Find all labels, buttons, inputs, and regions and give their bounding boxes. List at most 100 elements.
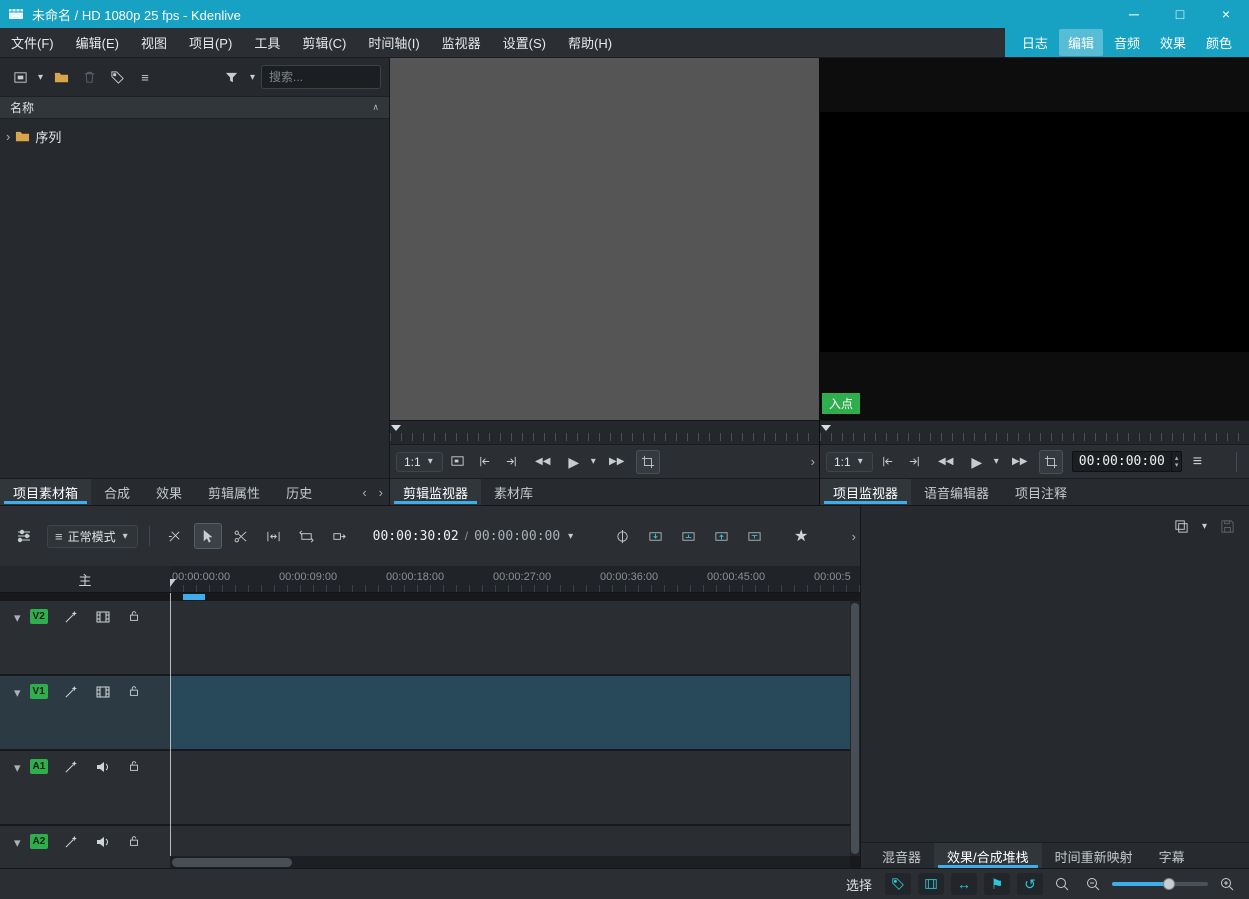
zone-mode-button[interactable] — [636, 450, 660, 474]
play-menu-icon[interactable]: ▾ — [589, 456, 598, 467]
effect-stack-options-button[interactable] — [1170, 514, 1194, 538]
zone-out-button[interactable] — [903, 450, 927, 474]
zoom-slider[interactable] — [1112, 875, 1208, 893]
timecode-spinner[interactable]: ▴ ▾ — [1171, 452, 1182, 471]
select-tool-button[interactable] — [194, 523, 222, 549]
insert-zone-button[interactable] — [641, 523, 669, 549]
menu-tools[interactable]: 工具 — [243, 28, 291, 57]
minimize-button[interactable]: ─ — [1111, 0, 1157, 28]
tab-time-remap[interactable]: 时间重新映射 — [1042, 843, 1146, 869]
workspace-audio[interactable]: 音频 — [1105, 29, 1149, 56]
tab-project-bin[interactable]: 项目素材箱 — [0, 479, 91, 505]
zone-in-button[interactable] — [876, 450, 900, 474]
workspace-color[interactable]: 颜色 — [1197, 29, 1241, 56]
chevron-down-icon[interactable]: ▾ — [1200, 521, 1209, 532]
zoom-in-button[interactable] — [1215, 873, 1239, 895]
slip-tool-button[interactable] — [293, 523, 321, 549]
thumbnails-toggle-button[interactable] — [918, 873, 944, 895]
track-lane-a1[interactable] — [170, 751, 850, 824]
search-input[interactable] — [261, 65, 381, 89]
zoom-fit-button[interactable] — [1050, 873, 1074, 895]
mix-clips-button[interactable] — [608, 523, 636, 549]
razor-all-button[interactable] — [161, 523, 189, 549]
video-track-icon[interactable] — [95, 609, 111, 625]
tab-subtitles[interactable]: 字幕 — [1146, 843, 1198, 869]
track-header-v2[interactable]: ▾ V2 — [0, 601, 170, 676]
tab-library[interactable]: 素材库 — [481, 479, 546, 505]
create-folder-button[interactable] — [49, 65, 73, 89]
tab-clip-monitor[interactable]: 剪辑监视器 — [390, 479, 481, 505]
menu-clip[interactable]: 剪辑(C) — [291, 28, 357, 57]
track-options-button[interactable] — [10, 523, 38, 549]
project-monitor-playhead-icon[interactable] — [821, 425, 831, 436]
markers-toggle-button[interactable]: ⚑ — [984, 873, 1010, 895]
timeline-timecode[interactable]: 00:00:30:02 / 00:00:00:00 ▾ — [373, 529, 576, 544]
rewind-button[interactable]: ◀◀ — [930, 450, 962, 474]
lock-track-icon[interactable] — [127, 684, 141, 698]
toolbar-overflow-icon[interactable]: › — [811, 454, 815, 469]
tab-scroll-right-icon[interactable]: › — [373, 479, 389, 505]
delete-button[interactable] — [77, 65, 101, 89]
zoom-slider-handle[interactable] — [1163, 878, 1175, 890]
add-clip-button[interactable] — [8, 65, 32, 89]
tab-effects[interactable]: 效果 — [143, 479, 195, 505]
tab-compositions[interactable]: 合成 — [91, 479, 143, 505]
project-monitor-view[interactable]: 入点 — [820, 58, 1249, 420]
timeline-vertical-scrollbar[interactable] — [850, 601, 860, 856]
project-monitor-zoom-combo[interactable]: 1:1 ▾ — [826, 452, 873, 472]
video-track-icon[interactable] — [95, 684, 111, 700]
tab-mixer[interactable]: 混音器 — [869, 843, 934, 869]
extract-zone-button[interactable] — [707, 523, 735, 549]
tab-project-notes[interactable]: 项目注释 — [1002, 479, 1080, 505]
forward-button[interactable]: ▶▶ — [1004, 450, 1036, 474]
track-target-v1[interactable]: V1 — [30, 684, 48, 699]
close-button[interactable]: × — [1203, 0, 1249, 28]
workspace-effects[interactable]: 效果 — [1151, 29, 1195, 56]
tab-clip-properties[interactable]: 剪辑属性 — [195, 479, 273, 505]
filter-dropdown-icon[interactable]: ▾ — [248, 72, 257, 83]
audio-track-icon[interactable] — [95, 834, 111, 850]
track-effects-icon[interactable] — [64, 684, 79, 699]
track-effects-icon[interactable] — [64, 834, 79, 849]
bin-item-sequence[interactable]: › 序列 — [0, 125, 389, 148]
spin-down-icon[interactable]: ▾ — [1175, 462, 1179, 469]
track-header-v1[interactable]: ▾ V1 — [0, 676, 170, 751]
overwrite-zone-button[interactable] — [674, 523, 702, 549]
filter-button[interactable] — [220, 65, 244, 89]
workspace-logging[interactable]: 日志 — [1013, 29, 1057, 56]
name-column-header[interactable]: 名称 ∧ — [0, 96, 389, 119]
bin-menu-button[interactable]: ≡ — [133, 65, 157, 89]
track-effects-icon[interactable] — [64, 759, 79, 774]
track-target-a2[interactable]: A2 — [30, 834, 49, 849]
rewind-button[interactable]: ◀◀ — [527, 450, 559, 474]
audio-track-icon[interactable] — [95, 759, 111, 775]
toolbar-overflow-icon[interactable]: › — [852, 529, 856, 544]
collapse-track-icon[interactable]: ▾ — [14, 760, 21, 776]
maximize-button[interactable]: □ — [1157, 0, 1203, 28]
master-track-button[interactable]: 主 — [0, 566, 170, 593]
lock-track-icon[interactable] — [127, 609, 141, 623]
menu-project[interactable]: 项目(P) — [178, 28, 243, 57]
lock-track-icon[interactable] — [127, 834, 141, 848]
spin-up-icon[interactable]: ▴ — [1175, 455, 1179, 462]
clip-monitor-zoom-combo[interactable]: 1:1 ▾ — [396, 452, 443, 472]
tag-button[interactable] — [105, 65, 129, 89]
zoom-out-button[interactable] — [1081, 873, 1105, 895]
menu-timeline[interactable]: 时间轴(I) — [357, 28, 430, 57]
track-header-a1[interactable]: ▾ A1 — [0, 751, 170, 826]
track-lane-v1[interactable] — [170, 676, 850, 749]
snap-toggle-button[interactable]: ↺ — [1017, 873, 1043, 895]
zone-mode-button[interactable] — [1039, 450, 1063, 474]
timeline-zonebar[interactable] — [170, 593, 860, 601]
ripple-tool-button[interactable] — [326, 523, 354, 549]
timeline-ruler[interactable]: 00:00:00:00 00:00:09:00 00:00:18:00 00:0… — [170, 566, 860, 593]
workspace-editing[interactable]: 编辑 — [1059, 29, 1103, 56]
fit-zoom-toggle-button[interactable]: ↔ — [951, 873, 977, 895]
monitor-overlay-button[interactable] — [446, 450, 470, 474]
razor-tool-button[interactable] — [227, 523, 255, 549]
play-menu-icon[interactable]: ▾ — [992, 456, 1001, 467]
menu-help[interactable]: 帮助(H) — [557, 28, 623, 57]
collapse-track-icon[interactable]: ▾ — [14, 610, 21, 626]
menu-view[interactable]: 视图 — [130, 28, 178, 57]
clip-monitor-view[interactable] — [390, 58, 819, 420]
